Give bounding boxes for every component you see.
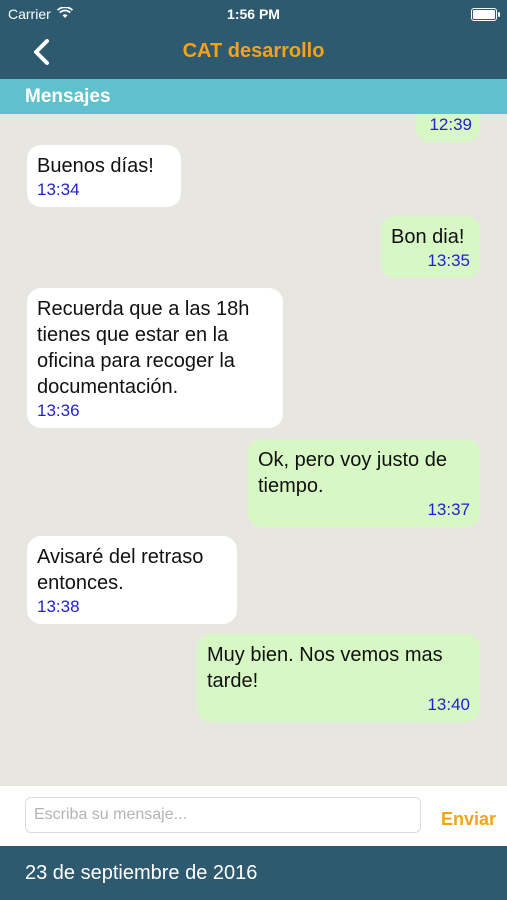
message-bubble-outgoing: 12:39 (416, 114, 480, 142)
message-time: 13:37 (427, 500, 470, 519)
battery-icon (471, 8, 500, 21)
message-bubble-outgoing: Bon dia! 13:35 (381, 216, 480, 278)
message-time: 13:35 (427, 251, 470, 270)
message-text: Ok, pero voy justo de tiempo. (258, 449, 447, 497)
message-time: 12:39 (429, 115, 472, 134)
message-bubble-incoming: Recuerda que a las 18h tienes que estar … (27, 288, 283, 428)
message-input[interactable] (25, 797, 421, 833)
message-time: 13:34 (37, 180, 80, 199)
conversation-title: CAT desarrollo (182, 40, 325, 62)
message-time: 13:36 (37, 401, 80, 420)
clock: 1:56 PM (227, 6, 280, 22)
message-bubble-incoming: Buenos días! 13:34 (27, 145, 181, 207)
message-text: Recuerda que a las 18h tienes que estar … (37, 298, 250, 398)
message-text: Avisaré del retraso entonces. (37, 546, 204, 594)
header-bar: Carrier 1:56 PM CAT desarrollo (0, 0, 507, 79)
status-bar: Carrier 1:56 PM (0, 0, 507, 28)
message-text: Bon dia! (391, 226, 465, 248)
message-bubble-incoming: Avisaré del retraso entonces. 13:38 (27, 536, 237, 624)
send-button[interactable]: Enviar (441, 809, 496, 830)
message-bubble-outgoing: Muy bien. Nos vemos mas tarde! 13:40 (197, 634, 480, 722)
composer-bar: Enviar (0, 786, 507, 846)
date-footer: 23 de septiembre de 2016 (0, 846, 507, 900)
conversation-date: 23 de septiembre de 2016 (25, 862, 258, 884)
message-bubble-outgoing: Ok, pero voy justo de tiempo. 13:37 (248, 439, 480, 527)
message-list[interactable]: 12:39 Buenos días! 13:34 Bon dia! 13:35 … (0, 114, 507, 786)
section-label: Mensajes (25, 86, 111, 107)
message-text: Buenos días! (37, 155, 154, 177)
messages-section-bar: Mensajes (0, 79, 507, 114)
message-time: 13:38 (37, 597, 80, 616)
message-time: 13:40 (427, 695, 470, 714)
message-text: Muy bien. Nos vemos mas tarde! (207, 644, 443, 692)
